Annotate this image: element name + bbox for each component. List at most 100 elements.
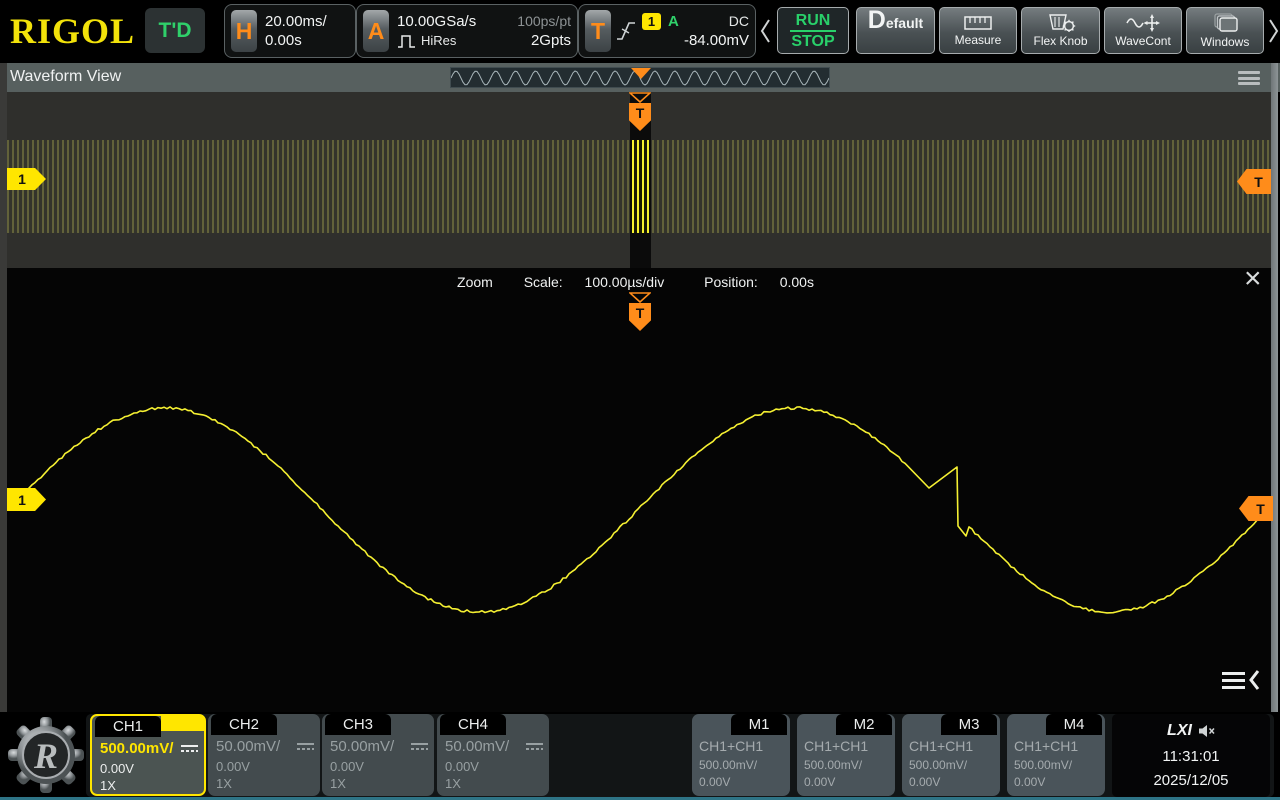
- channel-card-ch1[interactable]: CH1 500.00mV/ 0.00V 1X: [90, 714, 206, 796]
- trigger-coupling: DC: [729, 12, 749, 31]
- zoom-waveform-trace: [0, 268, 1264, 712]
- stacked-windows-icon: [1212, 13, 1238, 33]
- collapse-menu-icon[interactable]: [1222, 666, 1264, 694]
- svg-text:R: R: [33, 736, 58, 776]
- trigger-position-marker-zoom[interactable]: T: [629, 292, 651, 331]
- math2-expression: CH1+CH1: [804, 738, 868, 754]
- default-button[interactable]: Default: [856, 7, 935, 54]
- math-card-m4[interactable]: M4 CH1+CH1 500.00mV/ 0.00V: [1007, 714, 1105, 796]
- acquisition-key-icon[interactable]: A: [363, 10, 389, 52]
- horizontal-scale: 20.00ms/: [265, 12, 327, 31]
- channel3-scale: 50.00mV/: [330, 738, 394, 755]
- knob-icon: [1046, 14, 1076, 32]
- memory-depth: 2Gpts: [531, 31, 571, 50]
- math-card-m2[interactable]: M2 CH1+CH1 500.00mV/ 0.00V: [797, 714, 895, 796]
- zoom-waveform-area[interactable]: [7, 268, 1271, 712]
- channel2-offset: 0.00V: [216, 759, 250, 774]
- rigol-gear-logo[interactable]: R: [8, 715, 84, 795]
- speaker-muted-icon: [1198, 724, 1215, 738]
- run-label: RUN: [796, 12, 831, 29]
- channel4-scale: 50.00mV/: [445, 738, 509, 755]
- zoom-scale-label: Scale:: [524, 274, 563, 290]
- pulse-mode-icon: [397, 34, 416, 48]
- overview-trigger-position-icon: [631, 68, 651, 79]
- channel3-offset: 0.00V: [330, 759, 364, 774]
- menu-icon[interactable]: [1238, 71, 1260, 85]
- channel3-tab[interactable]: CH3: [325, 714, 391, 735]
- run-stop-button[interactable]: RUN STOP: [777, 7, 849, 54]
- waveform-view-titlebar: Waveform View: [0, 63, 1280, 92]
- time-resolution: 100ps/pt: [517, 12, 571, 31]
- trigger-settings-group[interactable]: T 1 A DC -84.00mV: [578, 4, 756, 58]
- flex-knob-label: Flex Knob: [1033, 34, 1087, 48]
- clock-panel[interactable]: LXI 11:31:01 2025/12/05: [1112, 714, 1270, 797]
- channel-card-ch4[interactable]: CH4 50.00mV/ 0.00V 1X: [437, 714, 549, 796]
- flex-knob-button[interactable]: Flex Knob: [1021, 7, 1100, 54]
- chevron-right-icon[interactable]: [1268, 18, 1280, 44]
- window-title: Waveform View: [10, 68, 121, 86]
- trigger-position-marker-main[interactable]: T: [629, 92, 651, 131]
- ruler-icon: [964, 15, 992, 31]
- math-card-m3[interactable]: M3 CH1+CH1 500.00mV/ 0.00V: [902, 714, 1000, 796]
- rigol-logo: RIGOL: [10, 10, 135, 52]
- channel2-tab[interactable]: CH2: [211, 714, 277, 735]
- windows-label: Windows: [1201, 35, 1250, 49]
- acquisition-settings-group[interactable]: A 10.00GSa/s 100ps/pt HiRes 2Gpts: [356, 4, 578, 58]
- close-zoom-icon[interactable]: ×: [1244, 264, 1262, 294]
- zoom-position-label: Position:: [704, 274, 758, 290]
- chevron-left-icon[interactable]: [759, 18, 771, 44]
- trigger-marker-arrow-icon: [629, 92, 651, 103]
- math2-scale: 500.00mV/: [804, 758, 862, 772]
- horizontal-key-icon[interactable]: H: [231, 10, 257, 52]
- dc-coupling-icon: [181, 745, 198, 752]
- math4-tab[interactable]: M4: [1046, 714, 1102, 735]
- acquisition-mode: HiRes: [421, 31, 456, 50]
- math3-scale: 500.00mV/: [909, 758, 967, 772]
- record-overview-strip[interactable]: [450, 67, 830, 88]
- date-display: 2025/12/05: [1112, 772, 1270, 789]
- wavecont-button[interactable]: WaveCont: [1104, 7, 1182, 54]
- run-stop-divider: [790, 30, 836, 32]
- channel1-active-strip: [161, 716, 204, 731]
- chevron-left-icon: [1249, 669, 1260, 691]
- default-label-initial: D: [868, 8, 886, 32]
- math2-tab[interactable]: M2: [836, 714, 892, 735]
- zoom-position: Position: 0.00s: [695, 274, 823, 290]
- zoom-scale-value: 100.00µs/div: [585, 274, 665, 290]
- right-scrollbar[interactable]: [1271, 63, 1278, 712]
- trigger-marker-arrow-icon: [629, 292, 651, 303]
- windows-button[interactable]: Windows: [1186, 7, 1264, 54]
- math3-offset: 0.00V: [909, 775, 940, 789]
- lxi-logo: LXI: [1167, 722, 1192, 740]
- horizontal-settings-group[interactable]: H 20.00ms/ 0.00s: [224, 4, 356, 58]
- channel4-offset: 0.00V: [445, 759, 479, 774]
- trigger-source-badge: 1: [642, 13, 661, 30]
- math4-scale: 500.00mV/: [1014, 758, 1072, 772]
- channel4-tab[interactable]: CH4: [440, 714, 506, 735]
- trigger-key-icon[interactable]: T: [585, 10, 611, 52]
- bottom-status-bar: R CH1 500.00mV/ 0.00V 1X CH2 50.00mV/ 0.…: [0, 712, 1280, 800]
- math1-tab[interactable]: M1: [731, 714, 787, 735]
- channel-card-ch3[interactable]: CH3 50.00mV/ 0.00V 1X: [322, 714, 434, 796]
- channel3-probe: 1X: [330, 776, 346, 791]
- trigger-level: -84.00mV: [684, 31, 749, 50]
- zoom-position-value: 0.00s: [780, 274, 814, 290]
- math3-tab[interactable]: M3: [941, 714, 997, 735]
- math2-offset: 0.00V: [804, 775, 835, 789]
- trigger-marker-label: T: [629, 303, 651, 331]
- channel1-probe: 1X: [100, 778, 116, 793]
- measure-label: Measure: [955, 33, 1002, 47]
- math-card-m1[interactable]: M1 CH1+CH1 500.00mV/ 0.00V: [692, 714, 790, 796]
- rising-edge-icon: [615, 18, 637, 44]
- zoom-region-waveform: [632, 140, 649, 233]
- oscilloscope-screen: RIGOL T'D H 20.00ms/ 0.00s A 10.00GSa/s …: [0, 0, 1280, 800]
- channel-card-ch2[interactable]: CH2 50.00mV/ 0.00V 1X: [208, 714, 320, 796]
- math4-offset: 0.00V: [1014, 775, 1045, 789]
- dc-coupling-icon: [411, 743, 428, 750]
- sample-rate: 10.00GSa/s: [397, 12, 476, 31]
- channel1-tab[interactable]: CH1: [95, 716, 161, 737]
- zoom-info-bar: Zoom Scale: 100.00µs/div Position: 0.00s: [0, 274, 1280, 290]
- measure-button[interactable]: Measure: [939, 7, 1017, 54]
- math1-expression: CH1+CH1: [699, 738, 763, 754]
- zoom-scale: Scale: 100.00µs/div: [515, 274, 674, 290]
